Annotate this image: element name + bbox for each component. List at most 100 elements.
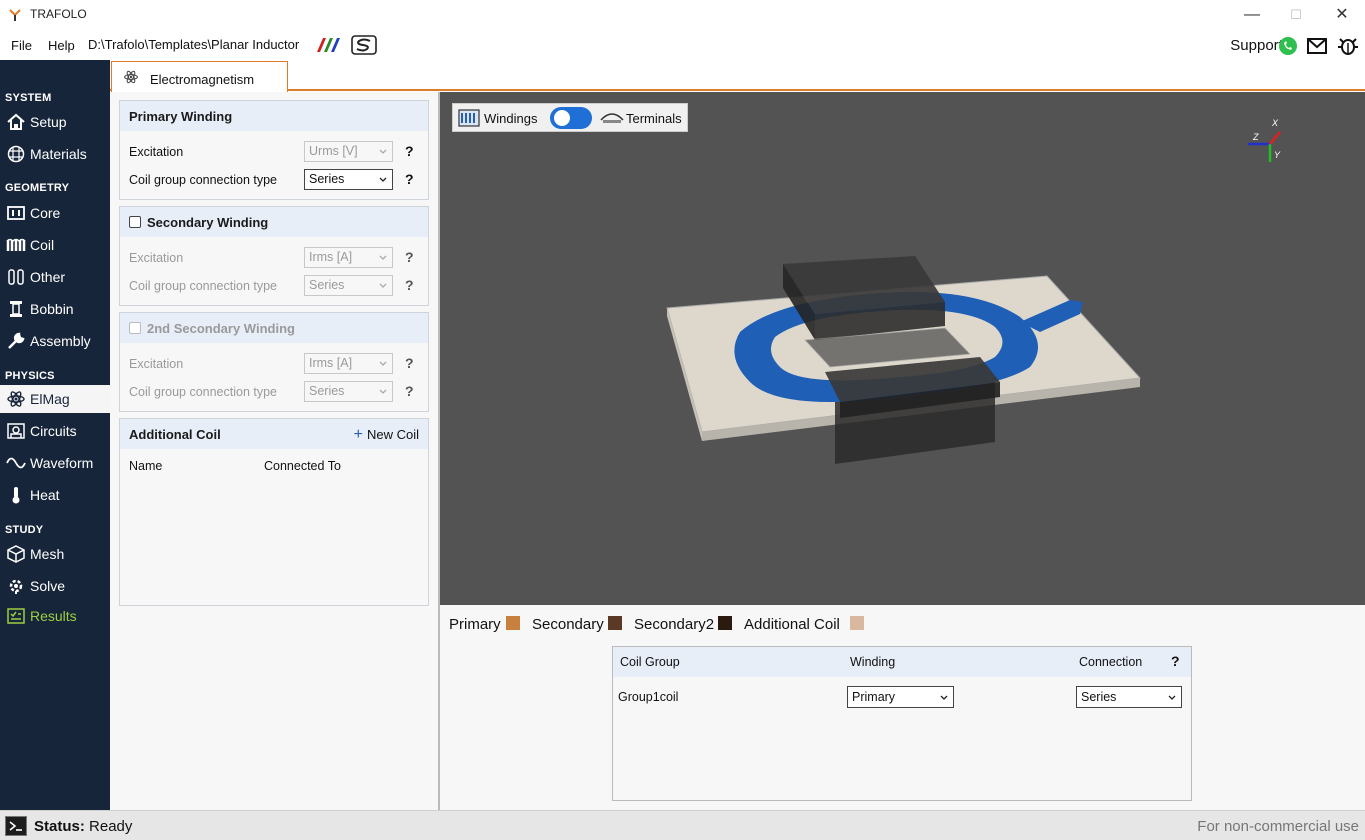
salome-logo-icon[interactable] xyxy=(351,35,377,55)
paraview-logo-icon[interactable] xyxy=(315,36,341,54)
secondary-excitation-help[interactable]: ? xyxy=(405,249,414,265)
wrench-icon xyxy=(8,332,25,349)
close-button[interactable]: ✕ xyxy=(1322,4,1362,26)
secondary2-winding-title: 2nd Secondary Winding xyxy=(147,321,295,336)
circuit-icon xyxy=(7,423,25,439)
primary-connection-help[interactable]: ? xyxy=(405,171,414,187)
chevron-down-icon xyxy=(379,255,387,260)
coil-group-table-header: Coil Group Winding Connection ? xyxy=(613,647,1191,677)
sidebar-item-core[interactable]: Core xyxy=(0,199,110,227)
legend-primary-label: Primary xyxy=(449,616,501,633)
3d-viewport[interactable]: Windings Terminals X Z Y xyxy=(440,92,1365,605)
primary-excitation-label: Excitation xyxy=(129,145,184,159)
menu-bar: File Help D:\Trafolo\Templates\Planar In… xyxy=(0,30,1365,60)
col-winding: Winding xyxy=(850,655,896,669)
email-icon[interactable] xyxy=(1306,35,1328,57)
chevron-down-icon xyxy=(379,149,387,154)
section-system: SYSTEM xyxy=(5,92,52,104)
minimize-button[interactable]: — xyxy=(1232,4,1272,26)
sidebar-item-mesh[interactable]: Mesh xyxy=(0,540,110,568)
sidebar-item-materials[interactable]: Materials xyxy=(0,140,110,168)
col-connection: Connection xyxy=(1079,655,1143,669)
secondary-winding-checkbox[interactable] xyxy=(129,216,141,228)
mesh-cube-icon xyxy=(7,545,25,563)
row-connection-select[interactable]: Series xyxy=(1076,686,1182,708)
secondary-connection-help[interactable]: ? xyxy=(405,277,414,293)
secondary-excitation-select: Irms [A] xyxy=(304,247,393,268)
license-text: For non-commercial use xyxy=(1197,818,1359,835)
secondary-connection-label: Coil group connection type xyxy=(129,279,278,293)
sidebar-item-coil[interactable]: Coil xyxy=(0,231,110,259)
section-physics: PHYSICS xyxy=(5,370,55,382)
atom-icon xyxy=(124,70,138,84)
sidebar-item-waveform[interactable]: Waveform xyxy=(0,449,110,477)
primary-connection-label: Coil group connection type xyxy=(129,173,278,187)
terminals-label: Terminals xyxy=(626,111,682,126)
thermometer-icon xyxy=(12,487,20,504)
legend-secondary2-label: Secondary2 xyxy=(634,616,715,633)
file-menu[interactable]: File xyxy=(11,38,32,53)
status-text: Status: Ready xyxy=(34,818,133,835)
primary-connection-select[interactable]: Series xyxy=(304,169,393,190)
status-bar: Status: Ready For non-commercial use xyxy=(0,810,1365,840)
app-title: TRAFOLO xyxy=(30,7,87,21)
additional-coil-group: Additional Coil + New Coil Name Connected… xyxy=(119,418,429,606)
secondary2-connection-help[interactable]: ? xyxy=(405,383,414,399)
chevron-down-icon xyxy=(379,389,387,394)
coil-table-help[interactable]: ? xyxy=(1171,653,1180,669)
col-coil-group: Coil Group xyxy=(620,655,680,669)
sidebar-item-other[interactable]: Other xyxy=(0,263,110,291)
maximize-button[interactable]: ☐ xyxy=(1276,4,1316,26)
sine-wave-icon xyxy=(6,457,26,469)
title-bar: TRAFOLO — ☐ ✕ xyxy=(0,0,1365,30)
secondary2-winding-group: 2nd Secondary Winding Excitation Irms [A… xyxy=(119,312,429,412)
primary-excitation-select: Urms [V] xyxy=(304,141,393,162)
secondary2-connection-select: Series xyxy=(304,381,393,402)
legend-additional-swatch xyxy=(850,616,864,630)
windings-icon xyxy=(458,109,480,127)
primary-excitation-help[interactable]: ? xyxy=(405,143,414,159)
section-geometry: GEOMETRY xyxy=(5,182,70,194)
chevron-down-icon xyxy=(1168,695,1176,700)
additional-col-connected: Connected To xyxy=(264,459,341,473)
secondary-winding-group: Secondary Winding Excitation Irms [A] ? … xyxy=(119,206,429,306)
help-menu[interactable]: Help xyxy=(48,38,75,53)
terminal-icon[interactable] xyxy=(5,816,27,836)
axis-triad-icon: X Z Y xyxy=(1248,118,1281,162)
sidebar-item-solve[interactable]: Solve xyxy=(0,572,110,600)
legend-secondary2-swatch xyxy=(718,616,732,630)
additional-coil-title: Additional Coil xyxy=(129,427,221,442)
secondary2-excitation-help[interactable]: ? xyxy=(405,355,414,371)
secondary2-connection-label: Coil group connection type xyxy=(129,385,278,399)
windings-terminals-toggle[interactable] xyxy=(550,107,592,129)
additional-col-name: Name xyxy=(129,459,163,473)
sidebar-item-results[interactable]: Results xyxy=(0,602,110,630)
secondary-winding-title: Secondary Winding xyxy=(147,215,269,230)
new-coil-button[interactable]: + New Coil xyxy=(354,426,419,444)
secondary2-winding-checkbox xyxy=(129,322,141,334)
secondary2-excitation-label: Excitation xyxy=(129,357,184,371)
tab-electromagnetism[interactable]: Electromagnetism xyxy=(111,61,288,92)
secondary2-excitation-select: Irms [A] xyxy=(304,353,393,374)
primary-winding-group: Primary Winding Excitation Urms [V] ? Co… xyxy=(119,100,429,200)
legend-secondary-label: Secondary xyxy=(532,616,604,633)
tab-strip: Electromagnetism xyxy=(110,60,1365,92)
sidebar-item-bobbin[interactable]: Bobbin xyxy=(0,295,110,323)
sidebar-item-setup[interactable]: Setup xyxy=(0,108,110,136)
legend-secondary-swatch xyxy=(608,616,622,630)
winding-settings-panel: Primary Winding Excitation Urms [V] ? Co… xyxy=(110,92,438,810)
section-study: STUDY xyxy=(5,524,44,536)
whatsapp-icon[interactable] xyxy=(1277,35,1299,57)
row-winding-select[interactable]: Primary xyxy=(847,686,954,708)
sidebar-item-assembly[interactable]: Assembly xyxy=(0,327,110,355)
primary-winding-title: Primary Winding xyxy=(129,109,233,124)
other-parts-icon xyxy=(8,269,24,285)
core-icon xyxy=(7,206,25,220)
sidebar-item-heat[interactable]: Heat xyxy=(0,481,110,509)
trafolo-logo-icon xyxy=(9,9,21,21)
bug-report-icon[interactable] xyxy=(1337,35,1359,57)
chevron-down-icon xyxy=(379,361,387,366)
sidebar-item-elmag[interactable]: ElMag xyxy=(0,385,110,413)
sidebar-item-circuits[interactable]: Circuits xyxy=(0,417,110,445)
coil-group-table: Coil Group Winding Connection ? Group1co… xyxy=(612,646,1192,801)
